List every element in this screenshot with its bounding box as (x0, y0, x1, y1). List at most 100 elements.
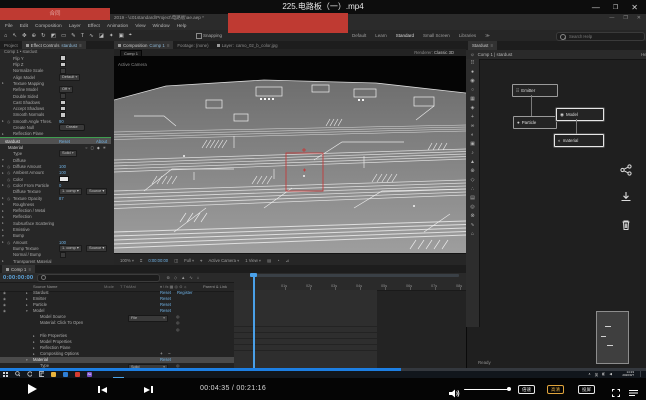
tray-input-indicator[interactable]: 英 (595, 372, 598, 377)
node-type-icon-4[interactable]: ▦ (467, 95, 478, 104)
workspace-standard[interactable]: Standard (396, 33, 414, 38)
tray-network-icon[interactable]: ◧ (602, 372, 605, 376)
stopwatch-icon[interactable]: ◷ (7, 240, 10, 245)
stopwatch-icon[interactable]: ◷ (7, 119, 10, 124)
timeline-option-icon-4[interactable]: ⌂ (197, 275, 200, 280)
node-type-icon-11[interactable]: ▲ (467, 158, 478, 167)
timeline-lane[interactable] (234, 308, 377, 314)
panel-menu-icon[interactable]: ≡ (28, 267, 31, 272)
stopwatch-icon[interactable]: ◷ (7, 177, 10, 182)
node-type-icon-14[interactable]: ∴ (467, 185, 478, 194)
menu-file[interactable]: File (5, 24, 13, 29)
menu-help[interactable]: Help (177, 24, 187, 29)
property-value[interactable]: 100 (59, 240, 66, 245)
node-emitter[interactable]: ⠿ Emitter (512, 84, 558, 97)
expand-arrow-icon[interactable]: ▾ (2, 234, 6, 238)
property-checkbox[interactable] (60, 55, 66, 61)
orbit-camera-tool-icon[interactable]: ↻ (41, 33, 46, 39)
node-type-icon-10[interactable]: ♪ (467, 149, 478, 158)
node-type-icon-8[interactable]: ◐ (467, 131, 478, 140)
timeline-lane[interactable] (234, 327, 377, 333)
expand-arrow-icon[interactable]: ▸ (2, 228, 6, 232)
property-value[interactable]: 0 (59, 183, 61, 188)
zoom-tool-icon[interactable]: ⊕ (32, 33, 37, 39)
stardust-help-link[interactable]: Help (641, 52, 646, 57)
color-swatch[interactable] (59, 176, 69, 182)
expand-arrow-icon[interactable]: ▸ (2, 202, 6, 206)
workspace-learn[interactable]: Learn (375, 33, 387, 38)
work-area-bar[interactable] (253, 274, 459, 277)
property-checkbox[interactable] (60, 62, 66, 68)
timeline-option-icon-3[interactable]: ∿ (189, 275, 193, 280)
tab-stardust[interactable]: Stardust ≡ (468, 41, 497, 50)
node-type-icon-16[interactable]: ◎ (467, 203, 478, 212)
node-type-icon-0[interactable]: ⠿ (467, 59, 478, 68)
panel-menu-icon[interactable]: ≡ (79, 43, 82, 48)
workspace-small-screen[interactable]: Small Screen (423, 33, 450, 38)
property-value[interactable]: 87 (59, 196, 64, 201)
expand-arrow-icon[interactable]: ▸ (2, 183, 6, 187)
panel-menu-icon[interactable]: ≡ (490, 43, 493, 48)
timeline-lane[interactable] (234, 357, 377, 363)
menu-effect[interactable]: Effect (88, 24, 100, 29)
renderer-indicator[interactable]: Renderer: Classic 3D (414, 49, 454, 56)
property-checkbox[interactable] (60, 68, 66, 74)
menu-layer[interactable]: Layer (69, 24, 81, 29)
timeline-lane[interactable] (234, 345, 377, 351)
minimize-icon[interactable]: — (592, 3, 600, 12)
snapshot-icon[interactable]: ◫ (174, 258, 178, 263)
volume-slider[interactable] (464, 389, 510, 391)
workspace-overflow-icon[interactable]: ≫ (485, 33, 490, 39)
play-button[interactable] (28, 384, 37, 394)
taskbar-task-view-icon[interactable] (39, 372, 44, 377)
timeline-search-box[interactable] (37, 274, 160, 282)
show-desktop-button[interactable] (640, 371, 644, 377)
node-type-icon-5[interactable]: ◈ (467, 104, 478, 113)
taskbar-app-blue-icon[interactable] (63, 372, 68, 377)
share-nodes-icon[interactable] (620, 163, 634, 177)
taskbar-after-effects-icon[interactable]: Ae (87, 372, 92, 377)
property-value[interactable]: 100 (59, 164, 66, 169)
node-type-icon-2[interactable]: ◉ (467, 77, 478, 86)
tab-project[interactable]: Project (0, 41, 22, 49)
brush-tool-icon[interactable]: ∿ (89, 33, 94, 39)
pixel-aspect-icon[interactable]: ▤ (267, 258, 271, 263)
node-type-icon-12[interactable]: ⊕ (467, 167, 478, 176)
maximize-icon[interactable]: ❐ (613, 4, 618, 11)
timeline-lane[interactable] (234, 290, 377, 296)
fast-previews-icon[interactable]: ◔ (277, 258, 280, 263)
menu-window[interactable]: Window (153, 24, 170, 29)
about-link[interactable]: About (96, 139, 107, 144)
download-icon[interactable] (620, 190, 634, 204)
expand-arrow-icon[interactable]: ▸ (2, 209, 6, 213)
timeline-lane[interactable] (234, 320, 377, 326)
hand-tool-icon[interactable]: ✥ (22, 33, 27, 39)
property-value[interactable]: 90 (59, 119, 64, 124)
expand-arrow-icon[interactable]: ▸ (2, 221, 6, 225)
tray-volume-icon[interactable]: ◀ (609, 372, 612, 376)
roto-brush-tool-icon[interactable]: ▣ (119, 33, 124, 39)
roi-icon[interactable]: ⌖ (200, 258, 202, 263)
tab-timeline-comp1[interactable]: Comp 1 ≡ (2, 265, 35, 273)
node-type-icon-6[interactable]: + (467, 113, 478, 122)
timeline-timecode[interactable]: 0:00:00:00 (0, 275, 33, 281)
taskbar-app-red-icon[interactable] (75, 372, 80, 377)
node-type-icon-13[interactable]: ◇ (467, 176, 478, 185)
timeline-lane[interactable] (234, 314, 377, 320)
stopwatch-icon[interactable]: ◷ (7, 196, 10, 201)
ae-minimize-icon[interactable]: — (609, 15, 614, 21)
workspace-libraries[interactable]: Libraries (459, 33, 476, 38)
node-particle[interactable]: ● Particle (513, 116, 557, 129)
property-checkbox[interactable] (60, 93, 66, 99)
fullscreen-icon[interactable] (612, 384, 620, 392)
taskbar-file-explorer-icon[interactable] (51, 372, 56, 377)
node-type-icon-1[interactable]: ● (467, 68, 478, 77)
menu-animation[interactable]: Animation (107, 24, 128, 29)
volume-knob[interactable] (507, 387, 511, 391)
timeline-option-icon-1[interactable]: ◇ (174, 275, 177, 280)
camera-menu[interactable]: Active Camera ▾ (209, 258, 240, 263)
taskbar-search-icon[interactable] (15, 372, 20, 377)
snapping-checkbox[interactable] (196, 33, 202, 39)
menu-view[interactable]: View (135, 24, 145, 29)
close-icon[interactable]: ✕ (631, 3, 638, 12)
